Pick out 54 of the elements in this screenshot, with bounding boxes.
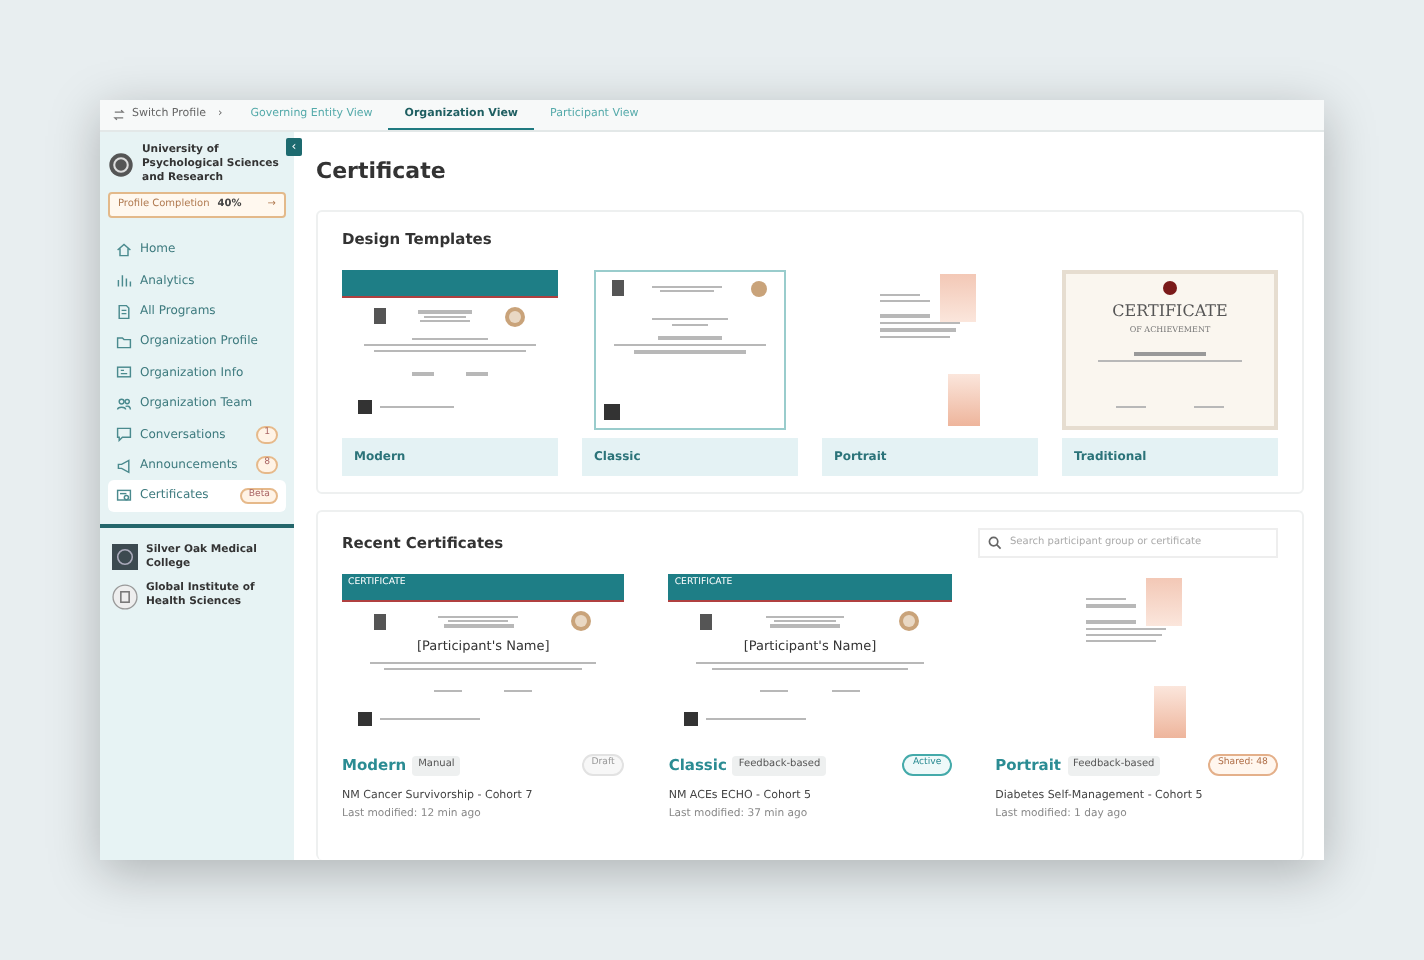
certificate-icon <box>116 487 132 504</box>
text-line <box>706 718 807 721</box>
text-line <box>412 372 434 375</box>
text-line <box>1115 405 1147 408</box>
chat-icon <box>116 426 132 443</box>
text-line <box>880 314 930 319</box>
institute-logo-icon <box>112 583 138 610</box>
text-line <box>1133 351 1207 356</box>
text-line <box>1086 619 1137 624</box>
document-icon <box>116 303 132 320</box>
team-icon <box>116 395 132 412</box>
text-line <box>831 690 860 693</box>
text-line <box>433 690 463 693</box>
text-line <box>880 322 960 325</box>
text-line <box>1086 627 1167 630</box>
id-card-icon <box>116 364 132 381</box>
seal-icon <box>503 305 526 328</box>
folder-icon <box>116 333 132 350</box>
text-line <box>1086 633 1162 636</box>
text-line <box>880 335 950 338</box>
page-title: Certificate <box>316 156 448 188</box>
text-line <box>880 293 920 296</box>
text-line <box>466 372 488 375</box>
switch-icon <box>112 108 126 122</box>
chart-icon <box>116 272 132 289</box>
organization-logo-icon <box>108 151 134 178</box>
text-line <box>1193 405 1225 408</box>
text-line <box>1086 604 1137 608</box>
seal-icon <box>750 279 768 298</box>
text-line <box>880 299 930 303</box>
text-line <box>652 317 728 320</box>
text-line <box>380 405 454 408</box>
text-line <box>657 336 723 341</box>
decorative-shape <box>940 273 976 322</box>
seal-icon <box>897 610 920 633</box>
text-line <box>380 718 481 721</box>
seal-icon <box>570 610 593 633</box>
text-line <box>504 690 533 693</box>
text-line <box>671 323 709 327</box>
text-line <box>1086 598 1127 601</box>
text-line <box>880 328 955 331</box>
megaphone-icon <box>116 457 132 474</box>
decorative-shape <box>1154 686 1187 739</box>
text-line <box>633 350 747 353</box>
home-icon <box>116 241 132 258</box>
text-line <box>1086 640 1157 643</box>
search-icon <box>988 536 1002 550</box>
text-line <box>760 690 789 693</box>
decorative-shape <box>948 373 980 426</box>
seal-icon <box>1162 279 1178 296</box>
text-line <box>412 337 488 340</box>
certificate-heading: CERTIFICATE <box>1112 299 1228 324</box>
decorative-shape <box>1146 578 1183 627</box>
college-logo-icon <box>112 544 138 571</box>
